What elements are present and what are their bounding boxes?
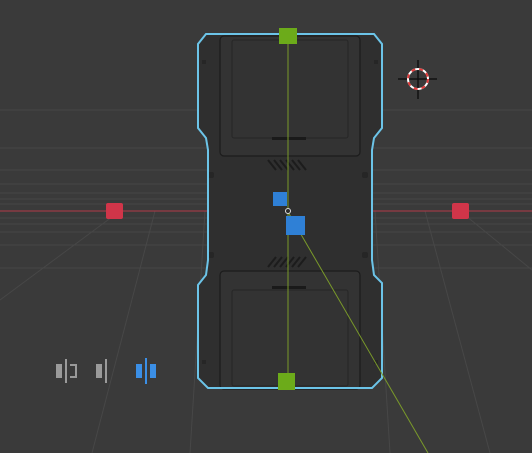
y-top-handle[interactable] [279, 28, 297, 44]
mirror-z-button[interactable] [132, 356, 162, 386]
mirror-x-icon [56, 359, 77, 383]
mirror-tools [52, 356, 162, 386]
mirror-x-button[interactable] [52, 356, 82, 386]
mirror-z-icon [136, 358, 156, 384]
pivot-dot-icon[interactable] [285, 208, 291, 214]
x-neg-handle[interactable] [106, 203, 123, 219]
3d-viewport[interactable] [0, 0, 532, 453]
mirror-y-button[interactable] [92, 356, 112, 386]
mirror-y-icon [96, 359, 107, 383]
x-pos-handle[interactable] [452, 203, 469, 219]
3d-cursor-icon[interactable] [398, 60, 437, 99]
y-bottom-handle[interactable] [278, 373, 295, 390]
z-small-handle[interactable] [273, 192, 287, 206]
z-large-handle[interactable] [286, 216, 305, 235]
